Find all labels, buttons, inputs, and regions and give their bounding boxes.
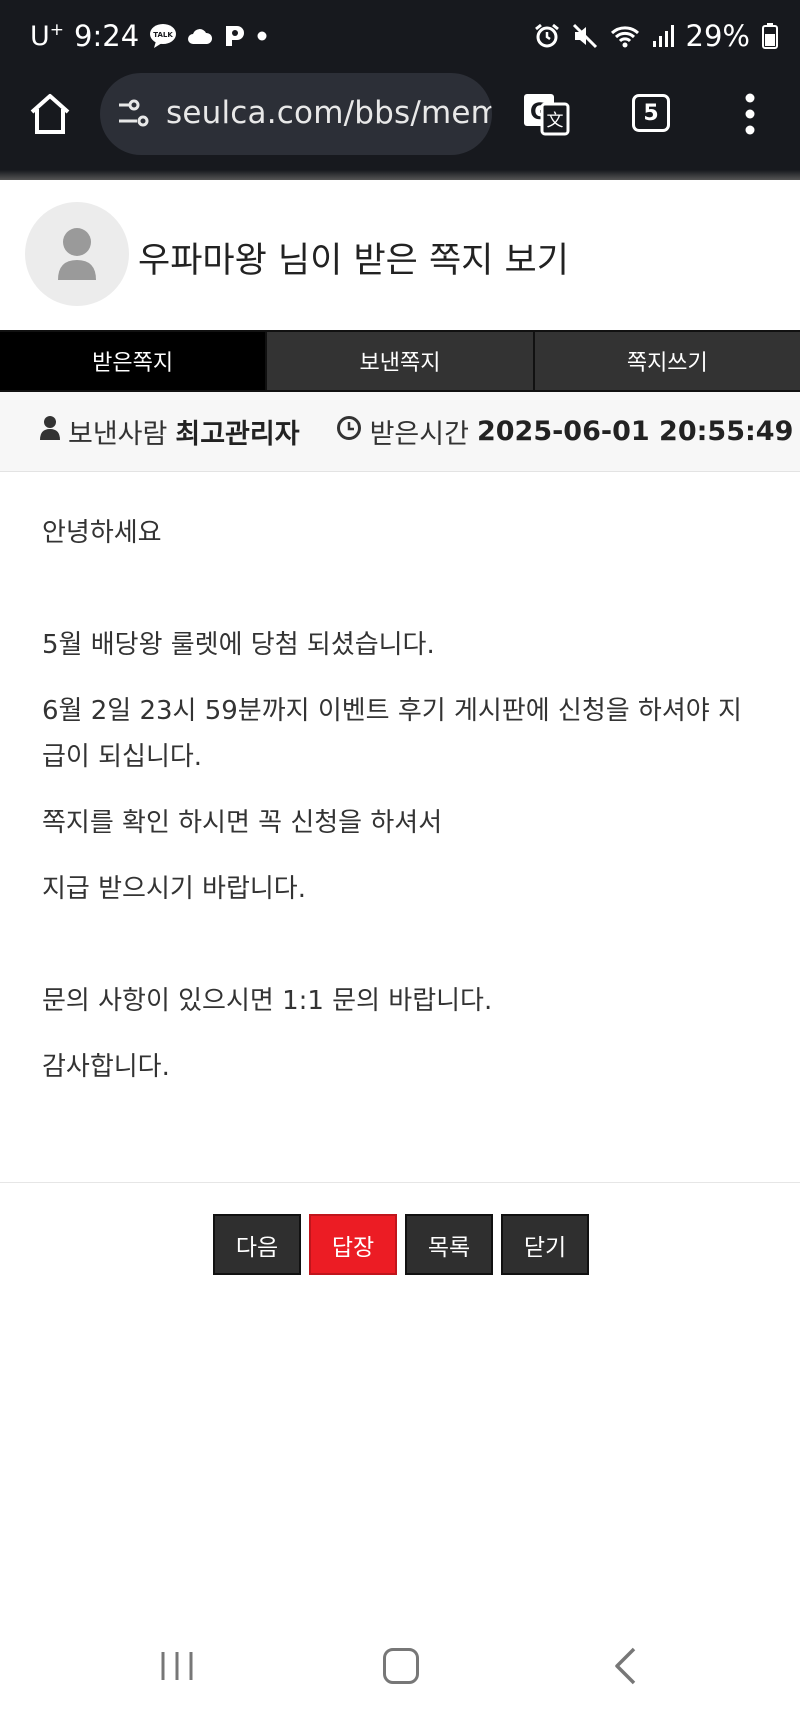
user-avatar-icon	[25, 202, 129, 306]
browser-chrome: U+ 9:24 TALK 29% seulca.com/bbs/mem G 文 …	[0, 0, 800, 180]
cloud-icon	[187, 27, 213, 45]
list-button[interactable]: 목록	[405, 1214, 493, 1275]
battery-icon	[762, 23, 778, 49]
next-button[interactable]: 다음	[213, 1214, 301, 1275]
talk-icon: TALK	[149, 23, 177, 49]
divider	[0, 1182, 800, 1183]
received-time: 2025-06-01 20:55:49	[476, 416, 794, 447]
tab-sent[interactable]: 보낸쪽지	[265, 332, 533, 390]
svg-text:TALK: TALK	[153, 31, 173, 39]
p-app-icon	[223, 24, 245, 48]
toolbar-shadow	[0, 170, 800, 180]
page-header: 우파마왕 님이 받은 쪽지 보기	[0, 180, 800, 330]
url-text: seulca.com/bbs/memo_view	[166, 95, 492, 131]
page-title: 우파마왕 님이 받은 쪽지 보기	[138, 241, 569, 281]
clock-icon	[336, 415, 362, 448]
status-bar: U+ 9:24 TALK 29%	[0, 0, 800, 70]
recent-apps-icon[interactable]	[160, 1650, 194, 1682]
carrier: U+	[30, 20, 65, 52]
sender-info: 보낸사람 최고관리자	[40, 412, 300, 451]
user-icon	[40, 415, 60, 448]
tab-write[interactable]: 쪽지쓰기	[532, 332, 800, 390]
tabs-icon[interactable]: 5	[632, 94, 670, 132]
message-blank	[42, 922, 762, 968]
memo-info-row: 보낸사람 최고관리자 받은시간 2025-06-01 20:55:49	[0, 392, 800, 472]
url-bar[interactable]: seulca.com/bbs/memo_view	[100, 73, 492, 155]
action-buttons: 다음 답장 목록 닫기	[213, 1214, 589, 1275]
mute-icon	[572, 23, 598, 49]
message-line: 5월 배당왕 룰렛에 당첨 되셨습니다.	[42, 630, 435, 660]
message-body: 안녕하세요 5월 배당왕 룰렛에 당첨 되셨습니다. 6월 2일 23시 59분…	[42, 500, 762, 1100]
system-nav-bar	[0, 1616, 800, 1716]
message-line: 6월 2일 23시 59분까지 이벤트 후기 게시판에 신청을 하셔야 지급이 …	[42, 696, 742, 772]
tab-received[interactable]: 받은쪽지	[0, 332, 266, 390]
browser-toolbar: seulca.com/bbs/memo_view G文 5	[0, 70, 800, 170]
svg-text:文: 文	[547, 111, 564, 131]
message-line: 지급 받으시기 바랍니다.	[42, 874, 306, 904]
translate-icon[interactable]: G文	[522, 90, 570, 138]
status-right: 29%	[534, 16, 778, 56]
message-line: 안녕하세요	[42, 518, 162, 548]
sender-name: 최고관리자	[175, 419, 300, 450]
message-blank	[42, 566, 762, 612]
memo-tabs: 받은쪽지 보낸쪽지 쪽지쓰기	[0, 330, 800, 392]
site-settings-icon[interactable]	[116, 95, 152, 131]
received-label: 받은시간	[369, 419, 469, 450]
message-line: 쪽지를 확인 하시면 꼭 신청을 하셔서	[42, 808, 443, 838]
wifi-icon	[610, 24, 640, 48]
clock: 9:24	[74, 19, 140, 53]
message-line: 문의 사항이 있으시면 1:1 문의 바랍니다.	[42, 986, 493, 1016]
reply-button[interactable]: 답장	[309, 1214, 397, 1275]
status-left: U+ 9:24 TALK	[30, 16, 269, 56]
dot-icon	[255, 29, 269, 43]
message-line: 감사합니다.	[42, 1052, 170, 1082]
more-menu-icon[interactable]	[740, 88, 760, 140]
alarm-icon	[534, 23, 560, 49]
battery-percent: 29%	[685, 19, 750, 53]
signal-icon	[652, 24, 674, 48]
nav-home-icon[interactable]	[383, 1648, 419, 1684]
home-icon[interactable]	[26, 90, 74, 138]
close-button[interactable]: 닫기	[501, 1214, 589, 1275]
sender-label: 보낸사람	[68, 419, 168, 450]
back-icon[interactable]	[612, 1646, 640, 1686]
received-info: 받은시간 2025-06-01 20:55:49	[336, 412, 794, 451]
